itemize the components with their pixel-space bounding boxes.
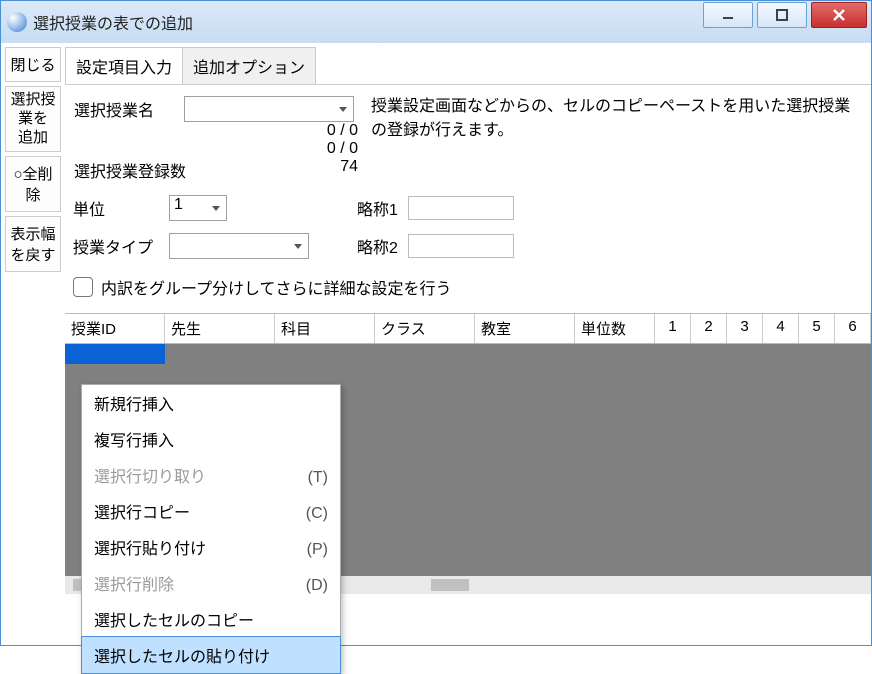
ratio-2: 0 / 0 (74, 140, 358, 158)
unit-value: 1 (174, 196, 183, 213)
group-detail-checkbox[interactable] (73, 277, 93, 297)
col-2[interactable]: 2 (691, 314, 727, 343)
menu-copy-cell[interactable]: 選択したセルのコピー (82, 601, 340, 637)
menu-paste-row[interactable]: 選択行貼り付け(P) (82, 529, 340, 565)
elective-name-label: 選択授業名 (74, 97, 184, 121)
upper-form: 選択授業名 0 / 0 0 / 0 選択授業登録数 74 授業設定画面などからの… (73, 95, 863, 183)
add-elective-button[interactable]: 選択授業を 追加 (5, 86, 61, 152)
unit-select[interactable]: 1 (169, 195, 227, 221)
col-teacher[interactable]: 先生 (165, 314, 275, 343)
col-4[interactable]: 4 (763, 314, 799, 343)
col-3[interactable]: 3 (727, 314, 763, 343)
abbr2-input[interactable] (408, 234, 514, 258)
abbr1-label: 略称1 (357, 196, 398, 220)
registered-count-label: 選択授業登録数 (74, 158, 264, 182)
window-controls (703, 2, 871, 28)
type-select[interactable] (169, 233, 309, 259)
ratio-1: 0 / 0 (74, 122, 358, 140)
col-id[interactable]: 授業ID (65, 314, 165, 343)
menu-delete-row: 選択行削除(D) (82, 565, 340, 601)
registered-count-value: 74 (264, 158, 358, 182)
menu-copy-row[interactable]: 選択行コピー(C) (82, 493, 340, 529)
abbr2-label: 略称2 (357, 234, 398, 258)
window: 選択授業の表での追加 閉じる 選択授業を 追加 ○全削除 表示幅を戻す (0, 0, 872, 646)
scroll-thumb-right[interactable] (431, 579, 469, 591)
form-area: 選択授業名 0 / 0 0 / 0 選択授業登録数 74 授業設定画面などからの… (65, 85, 871, 313)
maximize-button[interactable] (757, 2, 807, 28)
col-6[interactable]: 6 (835, 314, 871, 343)
context-menu: 新規行挿入 複写行挿入 選択行切り取り(T) 選択行コピー(C) 選択行貼り付け… (81, 384, 341, 674)
col-room[interactable]: 教室 (475, 314, 575, 343)
minimize-button[interactable] (703, 2, 753, 28)
tab-settings[interactable]: 設定項目入力 (65, 47, 183, 84)
add-elective-line2: 追加 (8, 129, 58, 148)
titlebar: 選択授業の表での追加 (1, 1, 871, 43)
description-text: 授業設定画面などからの、セルのコピーペーストを用いた選択授業の登録が行えます。 (371, 95, 863, 183)
unit-label: 単位 (73, 196, 159, 220)
col-credits[interactable]: 単位数 (575, 314, 655, 343)
group-detail-label: 内訳をグループ分けしてさらに詳細な設定を行う (101, 275, 452, 299)
menu-paste-cell[interactable]: 選択したセルの貼り付け (81, 636, 341, 674)
reset-width-button[interactable]: 表示幅を戻す (5, 216, 61, 272)
tab-options[interactable]: 追加オプション (182, 47, 316, 84)
add-elective-line1: 選択授業を (8, 91, 58, 129)
menu-new-row[interactable]: 新規行挿入 (82, 385, 340, 421)
app-icon (7, 12, 27, 32)
col-class[interactable]: クラス (375, 314, 475, 343)
grid-header: 授業ID 先生 科目 クラス 教室 単位数 1 2 3 4 5 6 (65, 314, 871, 344)
window-title: 選択授業の表での追加 (33, 10, 703, 34)
tabs: 設定項目入力 追加オプション (65, 47, 871, 85)
sidebar: 閉じる 選択授業を 追加 ○全削除 表示幅を戻す (1, 43, 65, 645)
menu-cut-row: 選択行切り取り(T) (82, 457, 340, 493)
menu-copy-row-insert[interactable]: 複写行挿入 (82, 421, 340, 457)
type-label: 授業タイプ (73, 234, 159, 258)
col-5[interactable]: 5 (799, 314, 835, 343)
col-1[interactable]: 1 (655, 314, 691, 343)
close-panel-button[interactable]: 閉じる (5, 47, 61, 82)
selected-cell[interactable] (65, 344, 165, 364)
elective-name-select[interactable] (184, 96, 354, 122)
close-button[interactable] (811, 2, 867, 28)
col-subject[interactable]: 科目 (275, 314, 375, 343)
delete-all-button[interactable]: ○全削除 (5, 156, 61, 212)
abbr1-input[interactable] (408, 196, 514, 220)
